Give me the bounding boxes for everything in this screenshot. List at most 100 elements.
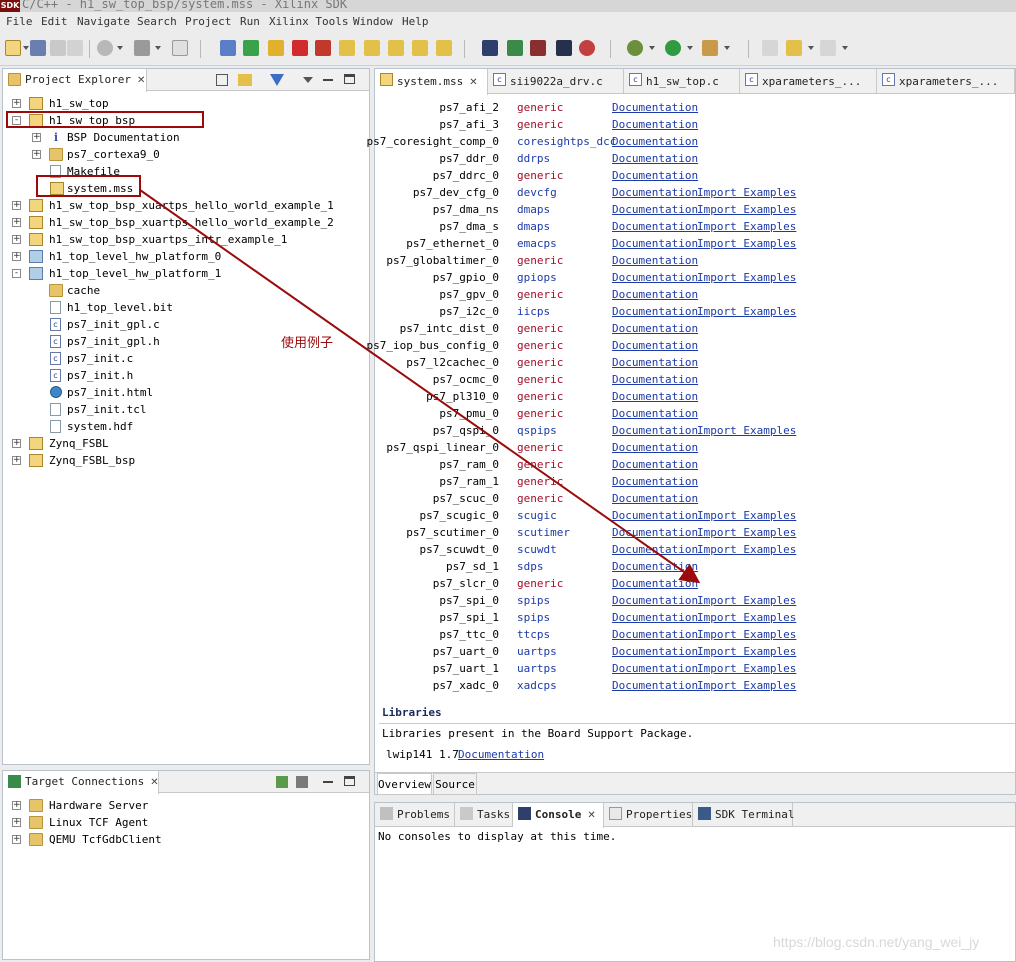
chevron-down-icon[interactable]	[687, 46, 693, 50]
documentation-link[interactable]: Documentation	[612, 422, 698, 439]
documentation-link[interactable]: Documentation	[612, 116, 698, 133]
tab-sdk-terminal[interactable]: SDK Terminal	[693, 803, 794, 827]
documentation-link[interactable]: Documentation	[612, 473, 698, 490]
save-icon[interactable]	[30, 40, 46, 56]
chevron-down-icon[interactable]	[842, 46, 848, 50]
expand-toggle[interactable]: +	[12, 218, 21, 227]
last-edit-icon[interactable]	[762, 40, 778, 56]
import-examples-link[interactable]: Import Examples	[697, 524, 796, 541]
menu-file[interactable]: File	[6, 15, 33, 28]
documentation-link[interactable]: Documentation	[612, 388, 698, 405]
documentation-link[interactable]: Documentation	[612, 218, 698, 235]
tab-console[interactable]: Console ✕	[513, 803, 604, 828]
import-examples-link[interactable]: Import Examples	[697, 184, 796, 201]
documentation-link[interactable]: Documentation	[612, 201, 698, 218]
chevron-down-icon[interactable]	[23, 46, 29, 50]
tab-properties[interactable]: Properties	[604, 803, 693, 827]
tab-overview[interactable]: Overview	[377, 773, 432, 795]
import-examples-link[interactable]: Import Examples	[697, 235, 796, 252]
documentation-link[interactable]: Documentation	[612, 592, 698, 609]
import-examples-link[interactable]: Import Examples	[697, 303, 796, 320]
expand-toggle[interactable]: +	[12, 835, 21, 844]
close-icon[interactable]: ✕	[150, 772, 158, 794]
chevron-down-icon[interactable]	[155, 46, 161, 50]
link-with-editor-icon[interactable]	[238, 74, 252, 86]
collapse-all-icon[interactable]	[216, 74, 228, 86]
import-examples-link[interactable]: Import Examples	[697, 269, 796, 286]
expand-toggle[interactable]: +	[12, 818, 21, 827]
close-icon[interactable]: ✕	[137, 70, 145, 92]
documentation-link[interactable]: Documentation	[612, 354, 698, 371]
minimize-icon[interactable]	[323, 79, 333, 81]
documentation-link[interactable]: Documentation	[612, 286, 698, 303]
expand-toggle[interactable]: +	[12, 439, 21, 448]
drop-to-frame-icon[interactable]	[412, 40, 428, 56]
instruction-step-icon[interactable]	[436, 40, 452, 56]
import-examples-link[interactable]: Import Examples	[697, 643, 796, 660]
documentation-link[interactable]: Documentation	[612, 677, 698, 694]
binary-icon[interactable]	[172, 40, 188, 56]
import-examples-link[interactable]: Import Examples	[697, 541, 796, 558]
import-examples-link[interactable]: Import Examples	[697, 218, 796, 235]
documentation-link[interactable]: Documentation	[612, 405, 698, 422]
step-over-icon[interactable]	[364, 40, 380, 56]
menu-help[interactable]: Help	[402, 15, 429, 28]
suspend-icon[interactable]	[268, 40, 284, 56]
documentation-link[interactable]: Documentation	[612, 252, 698, 269]
chevron-down-icon[interactable]	[808, 46, 814, 50]
tab-project-explorer[interactable]: Project Explorer ✕	[3, 69, 147, 92]
expand-toggle[interactable]: +	[12, 235, 21, 244]
menu-run[interactable]: Run	[240, 15, 260, 28]
new-icon[interactable]	[5, 40, 21, 56]
disconnect-icon[interactable]	[315, 40, 331, 56]
menu-edit[interactable]: Edit	[41, 15, 68, 28]
import-examples-link[interactable]: Import Examples	[697, 626, 796, 643]
documentation-link[interactable]: Documentation	[612, 660, 698, 677]
documentation-link[interactable]: Documentation	[612, 303, 698, 320]
build-hammer-icon[interactable]	[134, 40, 150, 56]
external-tools-icon[interactable]	[702, 40, 718, 56]
resume-icon[interactable]	[243, 40, 259, 56]
print-icon[interactable]	[67, 40, 83, 56]
documentation-link[interactable]: Documentation	[612, 184, 698, 201]
import-examples-link[interactable]: Import Examples	[697, 592, 796, 609]
documentation-link[interactable]: Documentation	[612, 320, 698, 337]
tab-system-mss[interactable]: system.mss ✕	[375, 69, 488, 95]
library-documentation-link[interactable]: Documentation	[458, 748, 544, 761]
documentation-link[interactable]: Documentation	[612, 490, 698, 507]
minimize-icon[interactable]	[323, 781, 333, 783]
xsct-console-icon[interactable]	[556, 40, 572, 56]
terminal-icon[interactable]	[482, 40, 498, 56]
expand-toggle[interactable]: +	[12, 201, 21, 210]
menu-project[interactable]: Project	[185, 15, 231, 28]
documentation-link[interactable]: Documentation	[612, 439, 698, 456]
tab-xparameters-2[interactable]: c xparameters_...	[877, 69, 1015, 94]
maximize-icon[interactable]	[344, 74, 355, 84]
menu-window[interactable]: Window	[353, 15, 393, 28]
documentation-link[interactable]: Documentation	[612, 167, 698, 184]
documentation-link[interactable]: Documentation	[612, 643, 698, 660]
view-menu-icon[interactable]	[303, 77, 313, 83]
documentation-link[interactable]: Documentation	[612, 133, 698, 150]
documentation-link[interactable]: Documentation	[612, 507, 698, 524]
tab-source[interactable]: Source	[433, 773, 477, 795]
documentation-link[interactable]: Documentation	[612, 269, 698, 286]
expand-toggle[interactable]: +	[12, 456, 21, 465]
documentation-link[interactable]: Documentation	[612, 575, 698, 592]
documentation-link[interactable]: Documentation	[612, 609, 698, 626]
add-connection-icon[interactable]	[276, 776, 288, 788]
back-arrow-icon[interactable]	[786, 40, 802, 56]
documentation-link[interactable]: Documentation	[612, 524, 698, 541]
create-boot-image-icon[interactable]	[530, 40, 546, 56]
forward-arrow-icon[interactable]	[820, 40, 836, 56]
documentation-link[interactable]: Documentation	[612, 456, 698, 473]
documentation-link[interactable]: Documentation	[612, 371, 698, 388]
step-return-icon[interactable]	[388, 40, 404, 56]
chevron-down-icon[interactable]	[724, 46, 730, 50]
program-fpga-icon[interactable]	[507, 40, 523, 56]
documentation-link[interactable]: Documentation	[612, 626, 698, 643]
import-examples-link[interactable]: Import Examples	[697, 422, 796, 439]
expand-toggle[interactable]: +	[32, 150, 41, 159]
documentation-link[interactable]: Documentation	[612, 99, 698, 116]
tab-sii9022a-drv-c[interactable]: c sii9022a_drv.c	[488, 69, 624, 94]
